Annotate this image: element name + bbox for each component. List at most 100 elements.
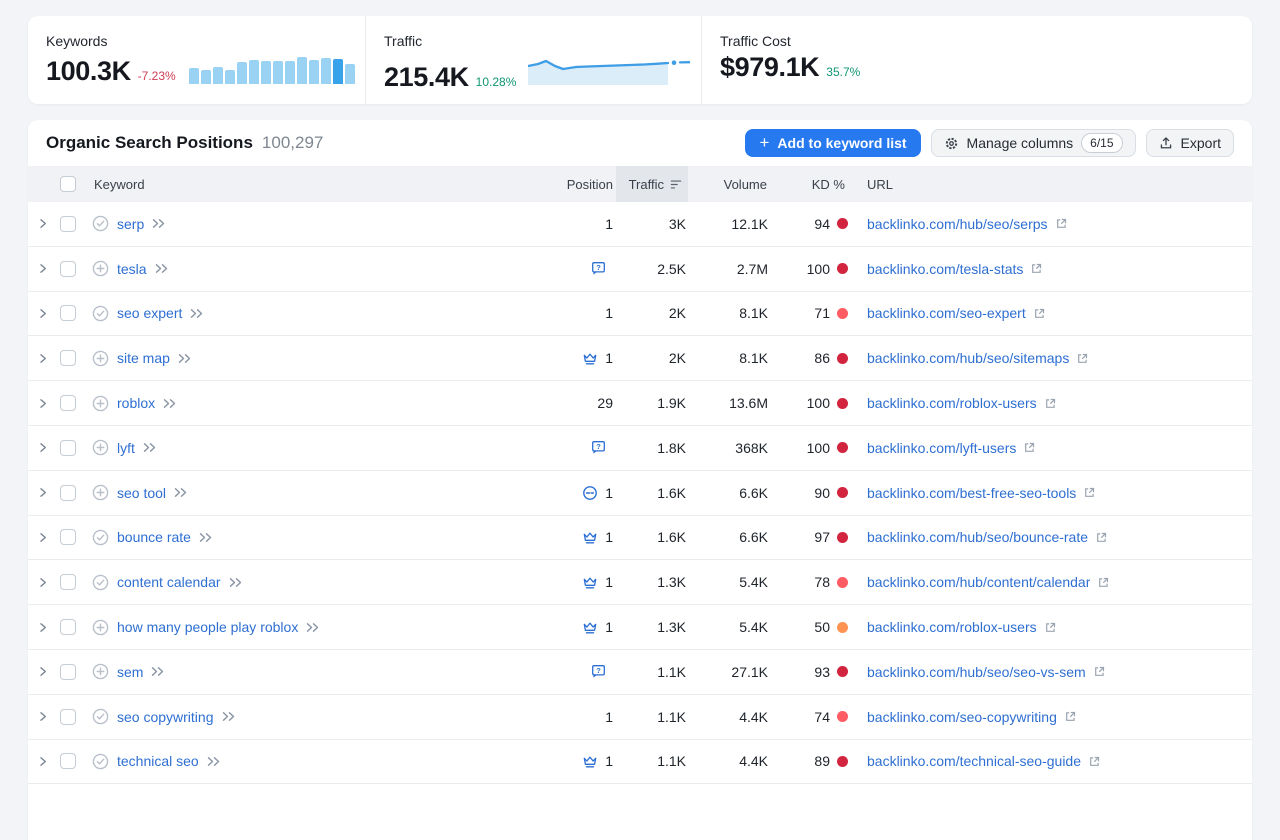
expand-chevron-icon[interactable] [28,308,58,319]
row-checkbox[interactable] [60,216,76,232]
column-header-url[interactable]: URL [848,166,1252,202]
keyword-link[interactable]: bounce rate [117,529,191,545]
url-link[interactable]: backlinko.com/roblox-users [867,395,1037,411]
check-circle-icon[interactable] [92,753,109,770]
url-link[interactable]: backlinko.com/best-free-seo-tools [867,485,1076,501]
expand-chevron-icon[interactable] [28,532,58,543]
row-checkbox[interactable] [60,261,76,277]
expand-chevron-icon[interactable] [28,756,58,767]
external-link-icon[interactable] [1055,217,1068,230]
check-circle-icon[interactable] [92,574,109,591]
url-link[interactable]: backlinko.com/hub/seo/sitemaps [867,350,1069,366]
plus-circle-icon[interactable] [92,439,109,456]
double-chevron-icon[interactable] [199,532,213,543]
external-link-icon[interactable] [1093,665,1106,678]
double-chevron-icon[interactable] [178,353,192,364]
external-link-icon[interactable] [1083,486,1096,499]
external-link-icon[interactable] [1030,262,1043,275]
keyword-link[interactable]: technical seo [117,753,199,769]
url-link[interactable]: backlinko.com/roblox-users [867,619,1037,635]
url-link[interactable]: backlinko.com/hub/seo/seo-vs-sem [867,664,1086,680]
row-checkbox[interactable] [60,664,76,680]
keyword-link[interactable]: seo copywriting [117,709,214,725]
external-link-icon[interactable] [1033,307,1046,320]
url-link[interactable]: backlinko.com/seo-expert [867,305,1026,321]
manage-columns-button[interactable]: Manage columns 6/15 [931,129,1136,157]
double-chevron-icon[interactable] [143,442,157,453]
double-chevron-icon[interactable] [229,577,243,588]
keyword-link[interactable]: sem [117,664,143,680]
keyword-link[interactable]: tesla [117,261,147,277]
url-link[interactable]: backlinko.com/technical-seo-guide [867,753,1081,769]
row-checkbox[interactable] [60,485,76,501]
column-header-kd[interactable]: KD % [770,166,848,202]
row-checkbox[interactable] [60,350,76,366]
double-chevron-icon[interactable] [152,218,166,229]
url-link[interactable]: backlinko.com/hub/seo/serps [867,216,1048,232]
expand-chevron-icon[interactable] [28,218,58,229]
expand-chevron-icon[interactable] [28,666,58,677]
keyword-link[interactable]: seo expert [117,305,182,321]
keyword-link[interactable]: site map [117,350,170,366]
row-checkbox[interactable] [60,395,76,411]
plus-circle-icon[interactable] [92,395,109,412]
plus-circle-icon[interactable] [92,663,109,680]
double-chevron-icon[interactable] [207,756,221,767]
double-chevron-icon[interactable] [155,263,169,274]
column-header-traffic[interactable]: Traffic [616,166,688,202]
url-link[interactable]: backlinko.com/hub/content/calendar [867,574,1090,590]
keyword-link[interactable]: serp [117,216,144,232]
column-header-volume[interactable]: Volume [688,166,770,202]
expand-chevron-icon[interactable] [28,398,58,409]
plus-circle-icon[interactable] [92,350,109,367]
row-checkbox[interactable] [60,619,76,635]
url-link[interactable]: backlinko.com/hub/seo/bounce-rate [867,529,1088,545]
plus-circle-icon[interactable] [92,619,109,636]
external-link-icon[interactable] [1095,531,1108,544]
row-checkbox[interactable] [60,709,76,725]
external-link-icon[interactable] [1044,621,1057,634]
expand-chevron-icon[interactable] [28,622,58,633]
expand-chevron-icon[interactable] [28,577,58,588]
keyword-link[interactable]: lyft [117,440,135,456]
plus-circle-icon[interactable] [92,484,109,501]
column-header-position[interactable]: Position [498,166,616,202]
keyword-link[interactable]: how many people play roblox [117,619,298,635]
external-link-icon[interactable] [1088,755,1101,768]
external-link-icon[interactable] [1023,441,1036,454]
check-circle-icon[interactable] [92,708,109,725]
expand-chevron-icon[interactable] [28,442,58,453]
check-circle-icon[interactable] [92,215,109,232]
external-link-icon[interactable] [1064,710,1077,723]
expand-chevron-icon[interactable] [28,263,58,274]
select-all-checkbox[interactable] [60,176,76,192]
export-button[interactable]: Export [1146,129,1234,157]
double-chevron-icon[interactable] [163,398,177,409]
double-chevron-icon[interactable] [306,622,320,633]
expand-chevron-icon[interactable] [28,711,58,722]
row-checkbox[interactable] [60,574,76,590]
keyword-link[interactable]: roblox [117,395,155,411]
row-checkbox[interactable] [60,529,76,545]
double-chevron-icon[interactable] [222,711,236,722]
row-checkbox[interactable] [60,753,76,769]
url-link[interactable]: backlinko.com/tesla-stats [867,261,1023,277]
add-to-keyword-list-button[interactable]: + Add to keyword list [745,129,920,157]
check-circle-icon[interactable] [92,529,109,546]
external-link-icon[interactable] [1076,352,1089,365]
expand-chevron-icon[interactable] [28,487,58,498]
row-checkbox[interactable] [60,440,76,456]
url-link[interactable]: backlinko.com/seo-copywriting [867,709,1057,725]
url-link[interactable]: backlinko.com/lyft-users [867,440,1016,456]
expand-chevron-icon[interactable] [28,353,58,364]
row-checkbox[interactable] [60,305,76,321]
external-link-icon[interactable] [1044,397,1057,410]
double-chevron-icon[interactable] [151,666,165,677]
external-link-icon[interactable] [1097,576,1110,589]
check-circle-icon[interactable] [92,305,109,322]
keyword-link[interactable]: content calendar [117,574,221,590]
plus-circle-icon[interactable] [92,260,109,277]
keyword-link[interactable]: seo tool [117,485,166,501]
double-chevron-icon[interactable] [190,308,204,319]
double-chevron-icon[interactable] [174,487,188,498]
